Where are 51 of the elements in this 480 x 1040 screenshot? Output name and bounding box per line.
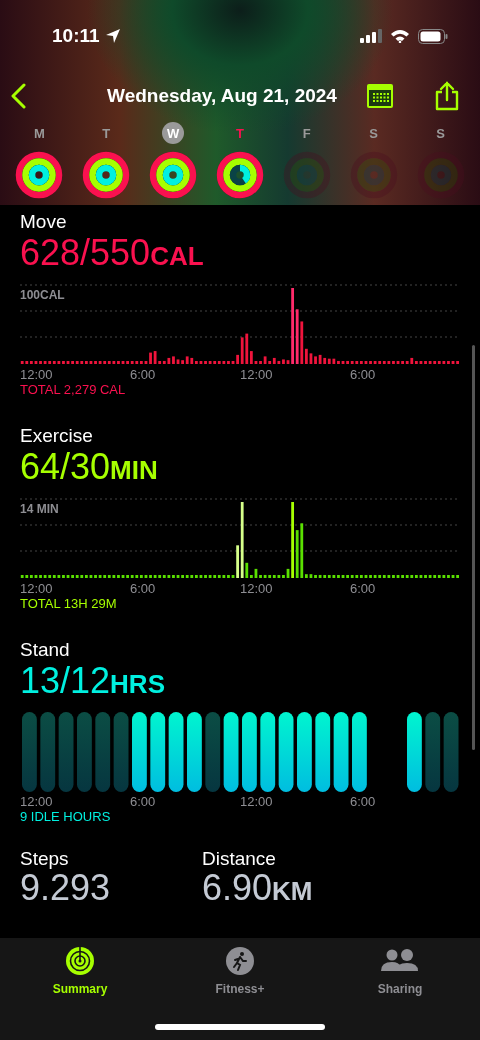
weekday-label[interactable]: F [295, 122, 318, 144]
tab-bar-item[interactable]: Summary [0, 938, 160, 998]
status-time: 10:11 [52, 25, 100, 47]
axis-label: 12:00 [20, 794, 53, 809]
signal-icon [360, 29, 382, 43]
axis-label: 6:00 [350, 794, 376, 809]
section-title: Exercise [20, 424, 94, 447]
section-title: Move [20, 210, 68, 233]
tab-bar-item[interactable]: Fitness+ [160, 938, 320, 998]
weekday-label[interactable]: S [429, 122, 452, 144]
axis-label: 12:00 [240, 367, 273, 382]
weekday-label[interactable]: T [95, 122, 118, 144]
stat-title: Distance [202, 848, 277, 870]
axis-label: 6:00 [130, 367, 156, 382]
goal-value: 628/550CAL [20, 233, 205, 275]
calendar-button[interactable] [366, 83, 394, 109]
stat-value: 9.293 [20, 870, 112, 906]
axis-label: 12:00 [20, 367, 53, 382]
axis-label: 6:00 [130, 794, 156, 809]
axis-label: 12:00 [240, 581, 273, 596]
scale-label: 14 MIN [20, 502, 59, 516]
axis-label: 6:00 [350, 581, 376, 596]
scale-label: 100CAL [20, 288, 65, 302]
axis-label: 6:00 [350, 367, 376, 382]
goal-value: 64/30MIN [20, 447, 159, 489]
date-title: Wednesday, Aug 21, 2024 [106, 85, 338, 107]
section-summary: TOTAL 2,279 CAL [20, 382, 127, 397]
section-summary: 9 IDLE HOURS [20, 809, 112, 824]
axis-label: 12:00 [240, 794, 273, 809]
runner-icon [225, 946, 255, 976]
wifi-icon [390, 29, 410, 43]
activity-rings-icon[interactable] [14, 150, 65, 200]
activity-rings-icon[interactable] [81, 150, 132, 200]
location-arrow-icon [104, 28, 121, 44]
axis-label: 6:00 [130, 581, 156, 596]
weekday-label[interactable]: M [28, 122, 51, 144]
stat-title: Steps [20, 848, 70, 870]
weekday-label[interactable]: W [162, 122, 185, 144]
share-button[interactable] [434, 81, 460, 111]
battery-icon [418, 28, 448, 44]
section-summary: TOTAL 13H 29M [20, 596, 118, 611]
activity-rings-icon[interactable] [215, 150, 265, 200]
stat-value: 6.90KM [202, 870, 314, 909]
rings-icon [65, 946, 95, 976]
section-title: Stand [20, 638, 71, 661]
back-button[interactable] [10, 83, 28, 109]
axis-label: 12:00 [20, 581, 53, 596]
goal-value: 13/12HRS [20, 661, 166, 703]
activity-rings-icon[interactable] [148, 150, 199, 200]
weekday-label[interactable]: S [362, 122, 385, 144]
tab-bar-item[interactable]: Sharing [320, 938, 480, 998]
